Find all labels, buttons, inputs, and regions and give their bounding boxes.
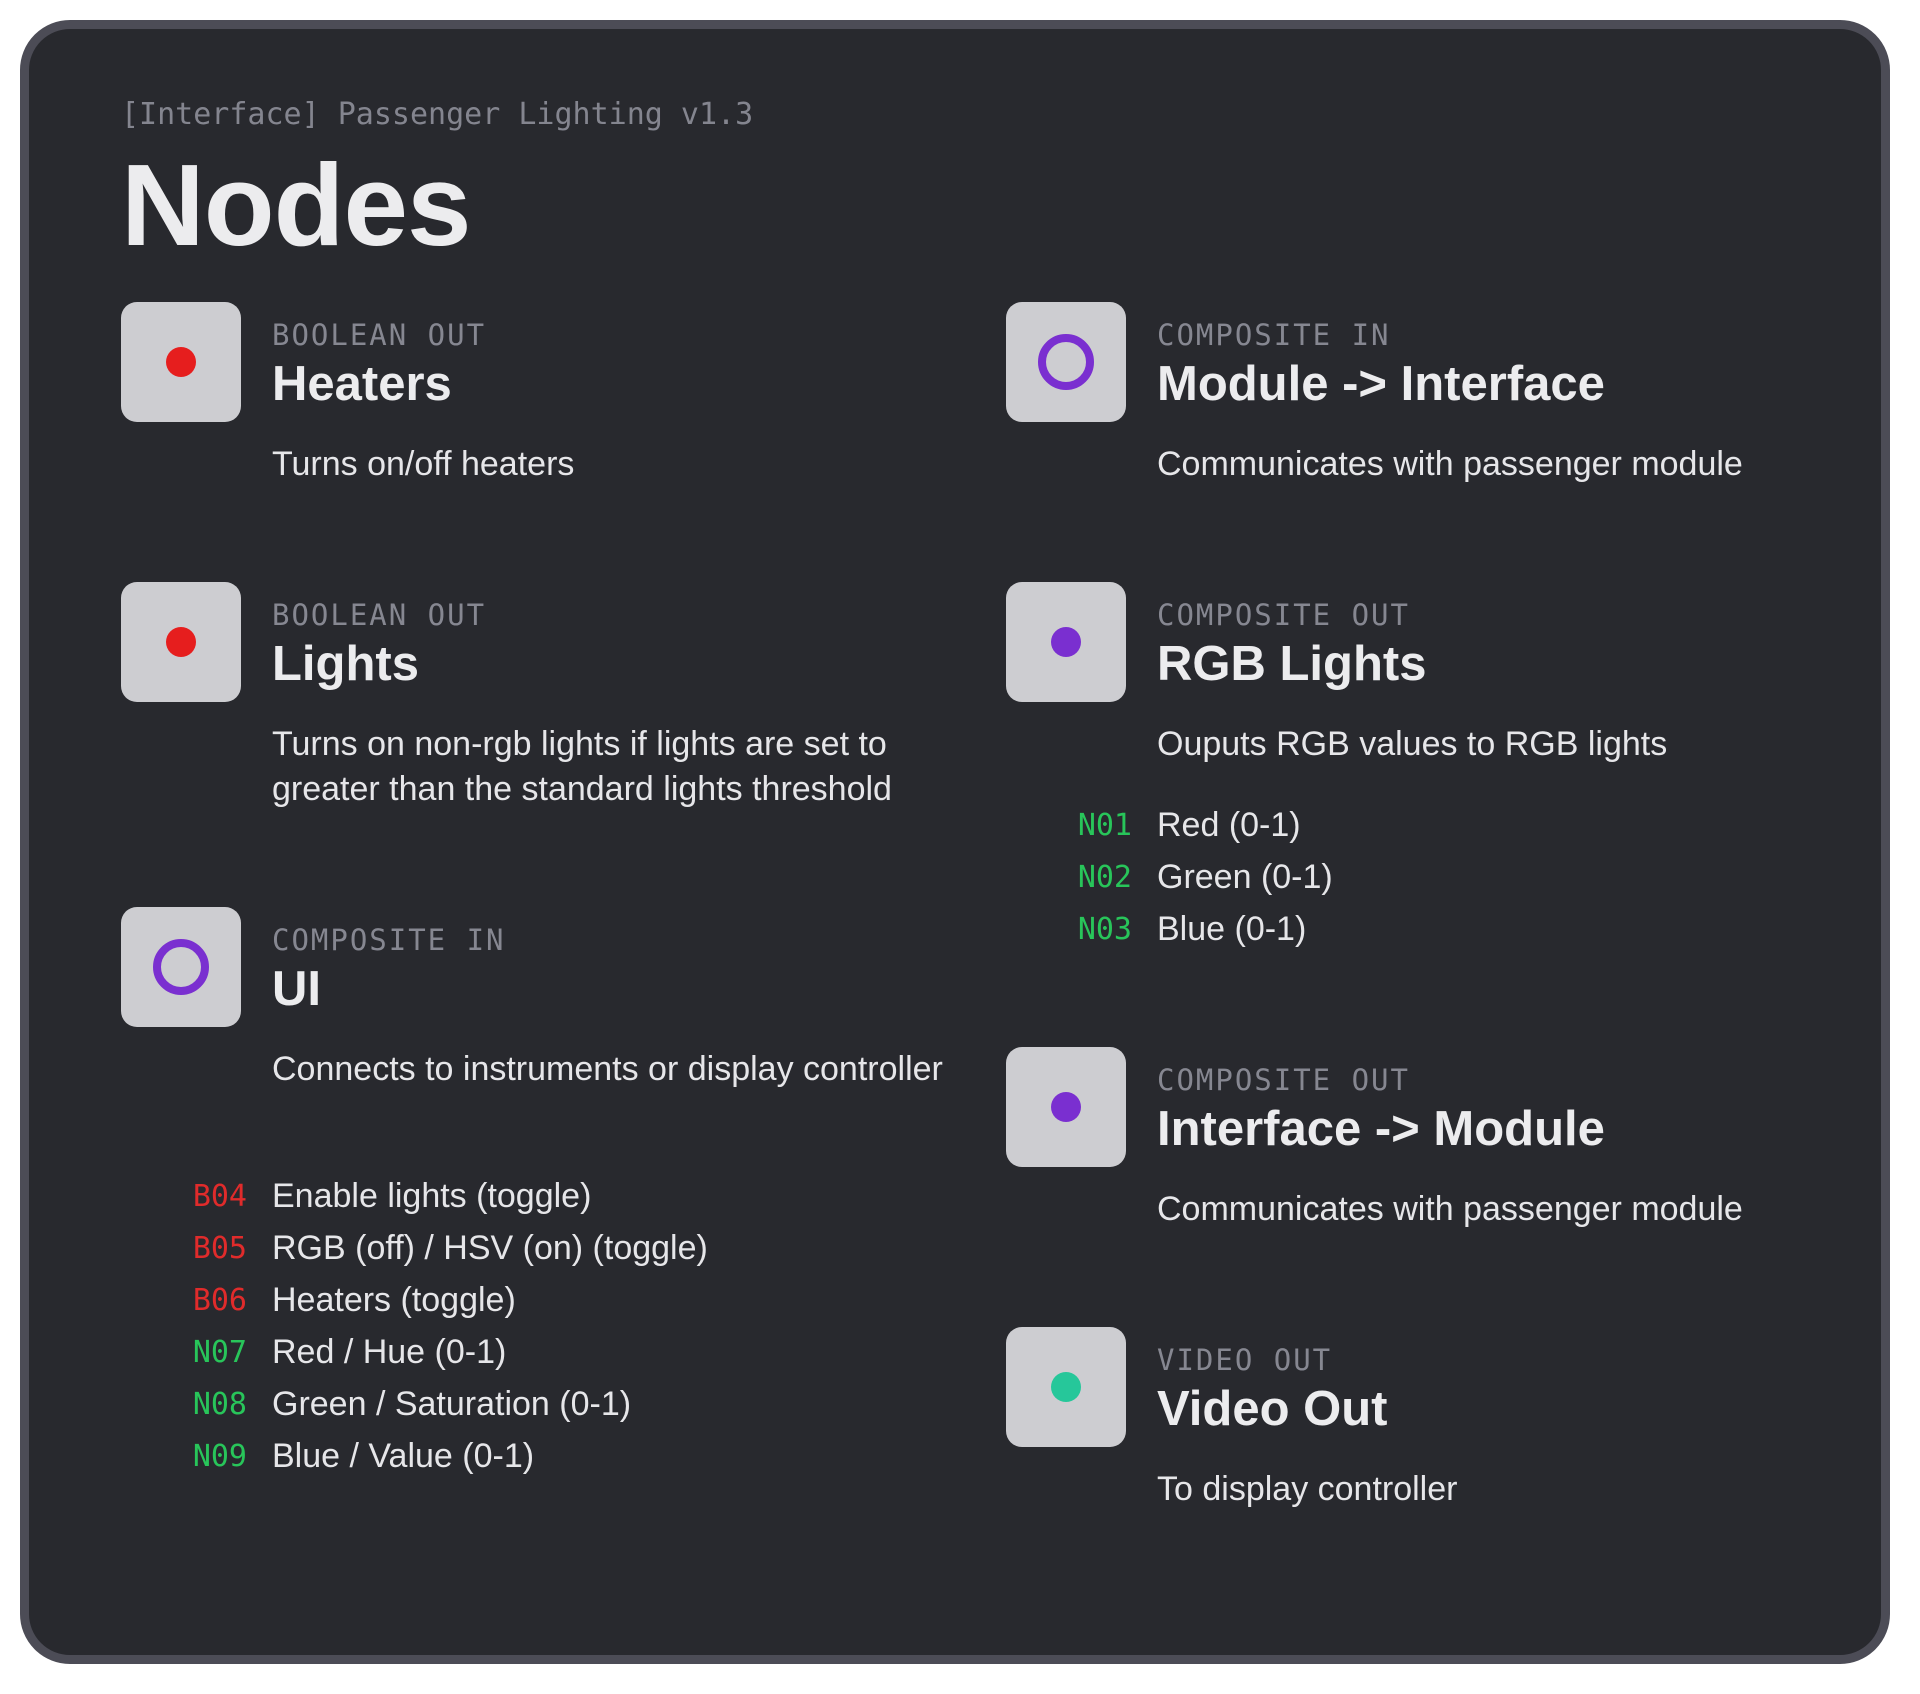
port-item: N03 Blue (0-1) bbox=[1006, 906, 1806, 958]
filled-dot-icon bbox=[166, 347, 196, 377]
node-description: Turns on non-rgb lights if lights are se… bbox=[272, 725, 892, 808]
filled-dot-icon bbox=[166, 627, 196, 657]
port-item: B06 Heaters (toggle) bbox=[121, 1277, 921, 1329]
port-label: Green (0-1) bbox=[1157, 858, 1333, 896]
node-description: Connects to instruments or display contr… bbox=[272, 1050, 943, 1088]
port-item: B04 Enable lights (toggle) bbox=[121, 1173, 921, 1225]
port-item: B05 RGB (off) / HSV (on) (toggle) bbox=[121, 1225, 921, 1277]
port-code: N07 bbox=[192, 1335, 247, 1370]
port-code: N09 bbox=[192, 1439, 247, 1474]
port-item: N09 Blue / Value (0-1) bbox=[121, 1433, 921, 1485]
port-label: Blue (0-1) bbox=[1157, 910, 1307, 948]
filled-dot-icon bbox=[1051, 1372, 1081, 1402]
port-label: Red (0-1) bbox=[1157, 806, 1301, 844]
port-label: Enable lights (toggle) bbox=[272, 1177, 592, 1215]
port-item: N08 Green / Saturation (0-1) bbox=[121, 1381, 921, 1433]
port-item: N07 Red / Hue (0-1) bbox=[121, 1329, 921, 1381]
ring-icon bbox=[1038, 334, 1094, 390]
ring-icon bbox=[153, 939, 209, 995]
port-label: Blue / Value (0-1) bbox=[272, 1437, 535, 1475]
node-description: Ouputs RGB values to RGB lights bbox=[1157, 725, 1668, 763]
node-icon bbox=[1006, 1047, 1126, 1167]
node-name: Interface -> Module bbox=[1157, 1102, 1605, 1156]
node-name: Module -> Interface bbox=[1157, 357, 1605, 411]
port-code: N08 bbox=[192, 1387, 247, 1422]
node-description: Communicates with passenger module bbox=[1157, 445, 1743, 483]
port-label: Green / Saturation (0-1) bbox=[272, 1385, 632, 1423]
node-name: RGB Lights bbox=[1157, 637, 1427, 691]
node-type: COMPOSITE OUT bbox=[1157, 1063, 1410, 1097]
node-type: VIDEO OUT bbox=[1157, 1343, 1333, 1377]
node-name: UI bbox=[272, 962, 321, 1016]
node-description: To display controller bbox=[1157, 1470, 1458, 1508]
node-icon bbox=[1006, 1327, 1126, 1447]
port-item: N02 Green (0-1) bbox=[1006, 854, 1806, 906]
port-list: B04 Enable lights (toggle) B05 RGB (off)… bbox=[121, 1173, 921, 1485]
filled-dot-icon bbox=[1051, 1092, 1081, 1122]
port-code: N01 bbox=[1077, 808, 1132, 843]
node-description: Communicates with passenger module bbox=[1157, 1190, 1743, 1228]
port-code: N02 bbox=[1077, 860, 1132, 895]
node-icon bbox=[121, 907, 241, 1027]
node-type: BOOLEAN OUT bbox=[272, 318, 487, 352]
port-code: B05 bbox=[192, 1231, 247, 1266]
port-code: B06 bbox=[192, 1283, 247, 1318]
port-list: N01 Red (0-1) N02 Green (0-1) N03 Blue (… bbox=[1006, 802, 1806, 958]
page-subtitle: [Interface] Passenger Lighting v1.3 bbox=[121, 97, 754, 132]
node-icon bbox=[1006, 582, 1126, 702]
node-type: COMPOSITE OUT bbox=[1157, 598, 1410, 632]
port-code: B04 bbox=[192, 1179, 247, 1214]
node-icon bbox=[121, 582, 241, 702]
node-name: Lights bbox=[272, 637, 419, 691]
node-name: Heaters bbox=[272, 357, 452, 411]
port-item: N01 Red (0-1) bbox=[1006, 802, 1806, 854]
page-title: Nodes bbox=[121, 140, 472, 270]
port-code: N03 bbox=[1077, 912, 1132, 947]
node-name: Video Out bbox=[1157, 1382, 1388, 1436]
node-icon bbox=[121, 302, 241, 422]
port-label: Red / Hue (0-1) bbox=[272, 1333, 507, 1371]
port-label: Heaters (toggle) bbox=[272, 1281, 516, 1319]
node-description: Turns on/off heaters bbox=[272, 445, 575, 483]
filled-dot-icon bbox=[1051, 627, 1081, 657]
nodes-panel: [Interface] Passenger Lighting v1.3 Node… bbox=[20, 20, 1890, 1664]
node-type: BOOLEAN OUT bbox=[272, 598, 487, 632]
node-icon bbox=[1006, 302, 1126, 422]
node-type: COMPOSITE IN bbox=[272, 923, 506, 957]
node-type: COMPOSITE IN bbox=[1157, 318, 1391, 352]
port-label: RGB (off) / HSV (on) (toggle) bbox=[272, 1229, 708, 1267]
